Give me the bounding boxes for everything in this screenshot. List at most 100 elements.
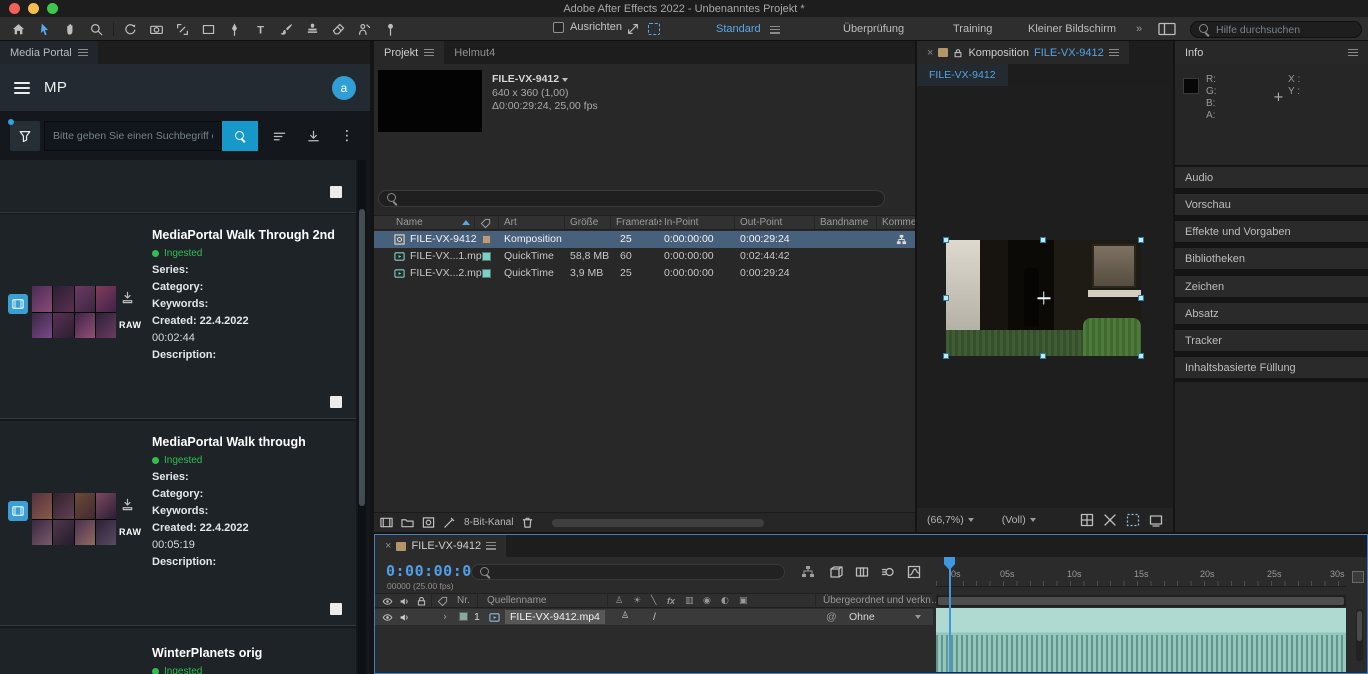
tool-puppet-pin[interactable] [378, 18, 403, 40]
workspace-tab-standard[interactable]: Standard [716, 17, 761, 41]
selected-item-name[interactable]: FILE-VX-9412 [492, 73, 568, 85]
zoom-level-select[interactable]: (66,7%) [927, 514, 964, 526]
workspace-tab-training[interactable]: Training [953, 17, 992, 41]
panel-header-bibliotheken[interactable]: Bibliotheken [1175, 248, 1368, 269]
work-area-range[interactable] [938, 597, 1344, 605]
panel-menu-icon[interactable] [424, 49, 434, 57]
download-button[interactable] [300, 121, 326, 151]
panel-header-vorschau[interactable]: Vorschau [1175, 194, 1368, 215]
tool-roto-brush[interactable] [352, 18, 377, 40]
media-checkbox[interactable] [330, 396, 342, 408]
column-parent-link[interactable]: Übergeordnet und verkn… [823, 595, 941, 606]
label-swatch[interactable] [482, 269, 491, 278]
avatar[interactable]: a [332, 76, 356, 100]
selection-handle[interactable] [1138, 237, 1144, 243]
shy-switch-icon[interactable]: ♙ [615, 596, 623, 606]
media-checkbox[interactable] [330, 603, 342, 615]
mask-visibility-icon[interactable] [1103, 513, 1117, 527]
hamburger-menu-icon[interactable] [14, 82, 30, 94]
layer-expand-chevron-icon[interactable]: › [443, 611, 447, 623]
tool-rotation[interactable] [118, 18, 143, 40]
selection-handle[interactable] [1138, 295, 1144, 301]
panel-menu-icon[interactable] [1109, 49, 1119, 57]
timeline-search-field[interactable] [471, 564, 785, 580]
lock-icon[interactable] [953, 48, 963, 58]
column-framerate[interactable]: Framerate [616, 217, 662, 228]
tab-helmut4[interactable]: Helmut4 [444, 41, 505, 64]
workspace-menu-icon[interactable] [770, 25, 780, 37]
column-comment[interactable]: Komme [882, 217, 915, 228]
tool-home[interactable] [6, 18, 31, 40]
timeline-search-input[interactable] [497, 566, 776, 578]
tab-timeline[interactable]: × FILE-VX-9412 [375, 535, 506, 557]
panel-menu-icon[interactable] [486, 542, 496, 550]
viewer-tab[interactable]: FILE-VX-9412 [917, 64, 1008, 86]
quality-switch-icon[interactable]: ╲ [651, 596, 656, 606]
panel-header-effekte[interactable]: Effekte und Vorgaben [1175, 221, 1368, 242]
tool-eraser[interactable] [326, 18, 351, 40]
scrollbar-thumb[interactable] [359, 209, 365, 506]
tool-hand[interactable] [58, 18, 83, 40]
tool-shape[interactable] [196, 18, 221, 40]
tool-type[interactable]: T [248, 18, 273, 40]
graph-editor-icon[interactable] [907, 565, 921, 579]
column-name[interactable]: Name [396, 217, 423, 228]
workspace-overflow-button[interactable]: » [1136, 17, 1142, 41]
close-window-button[interactable] [9, 3, 20, 14]
layer-label-swatch[interactable] [459, 612, 468, 621]
resolution-select[interactable]: (Voll) [1002, 514, 1026, 526]
tool-clone-stamp[interactable] [300, 18, 325, 40]
interpret-footage-icon[interactable] [380, 516, 393, 529]
column-source-name[interactable]: Quellenname [487, 595, 546, 606]
motion-blur-switch-icon[interactable]: ◉ [703, 596, 711, 606]
selection-handle[interactable] [1040, 353, 1046, 359]
video-frame[interactable] [946, 240, 1141, 356]
scrollbar-thumb[interactable] [1357, 611, 1362, 641]
grid-guides-icon[interactable] [1080, 513, 1094, 527]
download-asset-icon[interactable] [120, 497, 135, 512]
panel-header-tracker[interactable]: Tracker [1175, 330, 1368, 351]
snapshot-icon[interactable] [1149, 513, 1163, 527]
motion-blur-icon[interactable] [881, 565, 895, 579]
panel-header-audio[interactable]: Audio [1175, 167, 1368, 188]
help-search-input[interactable] [1216, 24, 1353, 36]
help-search[interactable] [1190, 21, 1362, 38]
layer-shy-icon[interactable]: ♙ [621, 611, 629, 621]
fx-switch-icon[interactable]: fx [667, 596, 675, 606]
composition-mini-flowchart-icon[interactable] [801, 565, 815, 579]
media-card[interactable]: MediaPortal Walk through Ingested Series… [0, 421, 356, 626]
close-tab-icon[interactable]: × [385, 540, 391, 552]
tool-zoom[interactable] [84, 18, 109, 40]
layer-name[interactable]: FILE-VX-9412.mp4 [505, 610, 605, 624]
frame-blend-switch-icon[interactable]: ▥ [685, 596, 694, 606]
layer-row[interactable]: › 1 FILE-VX-9412.mp4 ♙ / @ Ohne [375, 609, 933, 625]
align-toggle[interactable]: Ausrichten [553, 21, 622, 33]
media-list-scrollbar[interactable] [358, 160, 366, 674]
selection-handle[interactable] [943, 295, 949, 301]
selection-handle[interactable] [1040, 237, 1046, 243]
label-swatch[interactable] [482, 235, 491, 244]
tab-composition[interactable]: × Komposition FILE-VX-9412 [917, 41, 1129, 64]
media-search-field[interactable] [44, 121, 222, 151]
project-search-field[interactable] [378, 190, 885, 207]
close-tab-icon[interactable]: × [927, 47, 933, 59]
workspace-tab-kleiner-bildschirm[interactable]: Kleiner Bildschirm [1028, 17, 1116, 41]
fullscreen-window-button[interactable] [47, 3, 58, 14]
current-timecode[interactable]: 0:00:00:00 [386, 562, 481, 580]
project-row-footage[interactable]: FILE-VX...1.mp4 QuickTime 58,8 MB 60 0:0… [374, 248, 915, 265]
timeline-vertical-scrollbar[interactable] [1356, 609, 1363, 661]
frame-blending-icon[interactable] [855, 565, 869, 579]
panel-header-zeichen[interactable]: Zeichen [1175, 276, 1368, 297]
horizontal-scrollbar[interactable] [552, 519, 764, 527]
expand-icon[interactable] [626, 22, 640, 36]
selection-handle[interactable] [943, 237, 949, 243]
search-button[interactable] [222, 121, 258, 151]
new-folder-icon[interactable] [401, 516, 414, 529]
panel-header-absatz[interactable]: Absatz [1175, 303, 1368, 324]
pickwhip-icon[interactable]: @ [826, 611, 837, 623]
media-card[interactable]: WinterPlanets orig Ingested [0, 628, 356, 674]
layer-visibility-icon[interactable] [382, 612, 393, 623]
tab-media-portal[interactable]: Media Portal [0, 41, 98, 64]
work-area-bar[interactable] [936, 595, 1346, 607]
panel-menu-icon[interactable] [78, 49, 88, 57]
